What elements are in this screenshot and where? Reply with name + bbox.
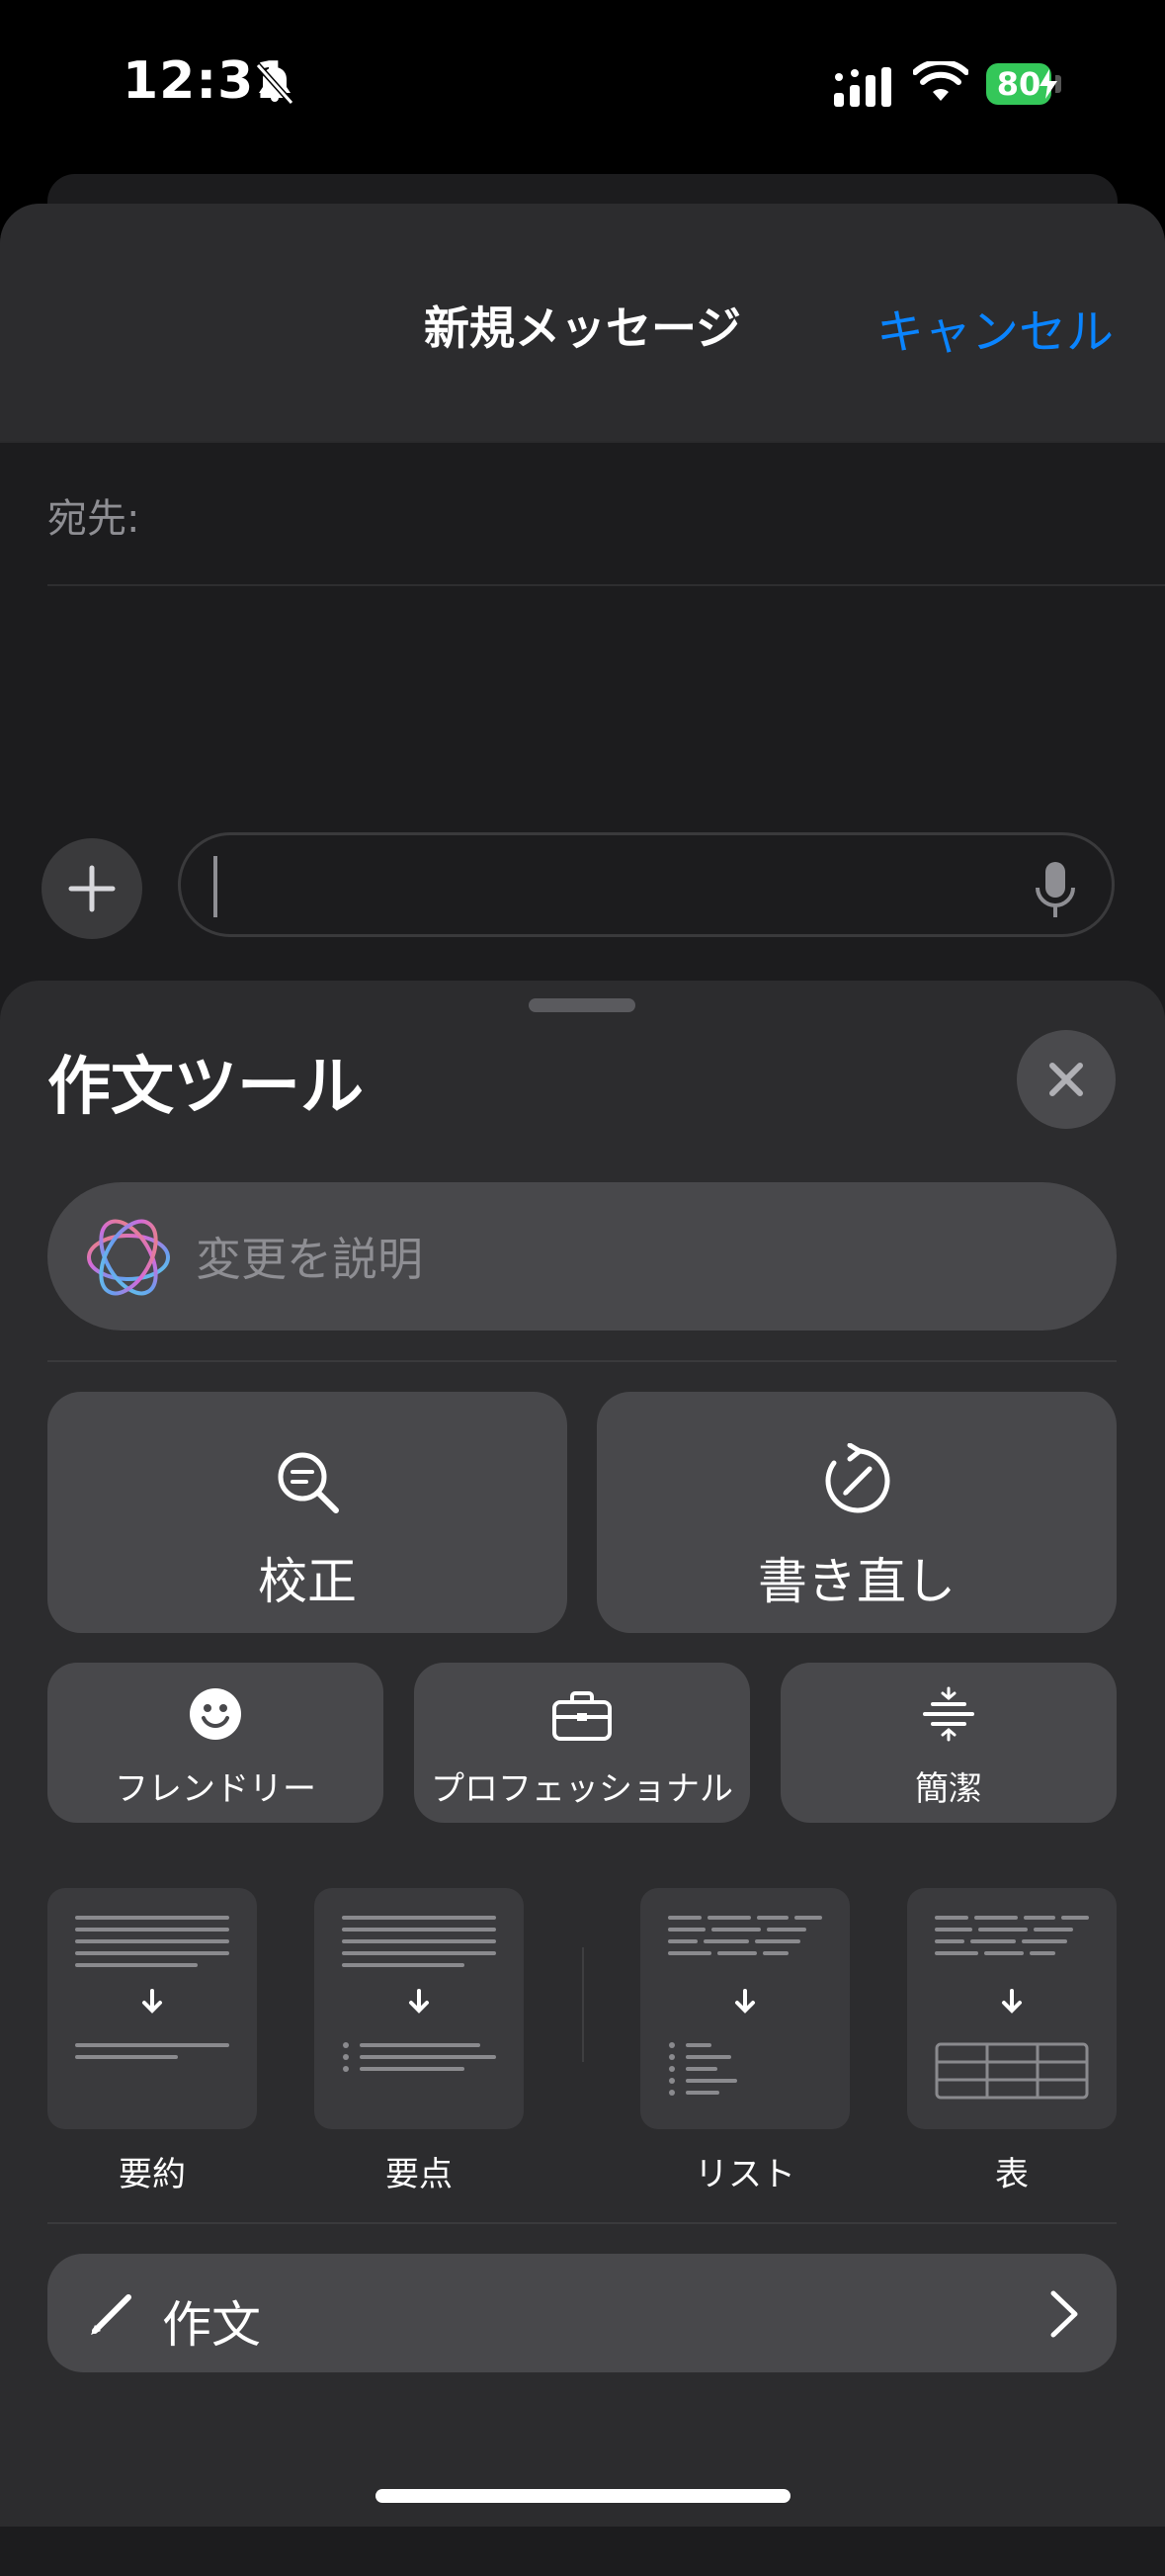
key-points-button[interactable]: [314, 1888, 524, 2129]
list-button[interactable]: [640, 1888, 850, 2129]
rewrite-label: 書き直し: [758, 1553, 956, 1610]
battery-indicator: 80: [986, 61, 1065, 107]
close-icon: [1049, 1063, 1083, 1096]
describe-change-placeholder: 変更を説明: [196, 1233, 423, 1286]
chevron-right-icon: [1050, 2290, 1078, 2338]
divider: [47, 2222, 1117, 2224]
key-points-label: 要点: [385, 2155, 453, 2194]
divider: [582, 1947, 584, 2062]
add-attachment-button[interactable]: [42, 838, 142, 939]
proofread-label: 校正: [258, 1553, 357, 1610]
friendly-label: フレンドリー: [115, 1769, 316, 1809]
list-icon: [668, 1916, 822, 2096]
plus-icon: [68, 865, 116, 912]
cellular-signal-icon: [834, 67, 891, 107]
compose-label: 作文: [162, 2296, 261, 2354]
cancel-button[interactable]: キャンセル: [876, 293, 1114, 362]
writing-tools-title: 作文ツール: [47, 1051, 364, 1124]
concise-label: 簡潔: [915, 1769, 982, 1809]
briefcase-icon: [552, 1691, 612, 1741]
to-field-label[interactable]: 宛先:: [47, 486, 139, 544]
list-label: リスト: [695, 2155, 795, 2194]
table-button[interactable]: [907, 1888, 1117, 2129]
microphone-icon[interactable]: [1032, 858, 1079, 921]
divider: [0, 441, 1165, 443]
summary-icon: [75, 1916, 229, 2059]
key-points-icon: [342, 1916, 496, 2072]
close-button[interactable]: [1017, 1030, 1116, 1129]
compress-icon: [923, 1686, 974, 1742]
divider: [47, 584, 1165, 586]
divider: [47, 1360, 1117, 1362]
table-icon: [935, 1916, 1089, 2100]
professional-label: プロフェッショナル: [431, 1769, 733, 1809]
text-cursor: [213, 856, 217, 917]
home-indicator[interactable]: [375, 2489, 791, 2503]
message-input[interactable]: [178, 832, 1115, 937]
rewrite-icon: [825, 1443, 890, 1513]
pencil-icon: [91, 2294, 131, 2335]
bell-slash-icon: [255, 62, 294, 106]
charging-bolt-icon: [1040, 69, 1057, 99]
sheet-grabber[interactable]: [529, 998, 635, 1012]
wifi-icon: [913, 61, 968, 101]
smiley-icon: [190, 1688, 241, 1740]
magnifier-text-icon: [278, 1452, 339, 1513]
table-label: 表: [995, 2155, 1029, 2194]
summary-label: 要約: [119, 2155, 186, 2194]
summary-button[interactable]: [47, 1888, 257, 2129]
apple-intelligence-icon: [87, 1219, 170, 1296]
